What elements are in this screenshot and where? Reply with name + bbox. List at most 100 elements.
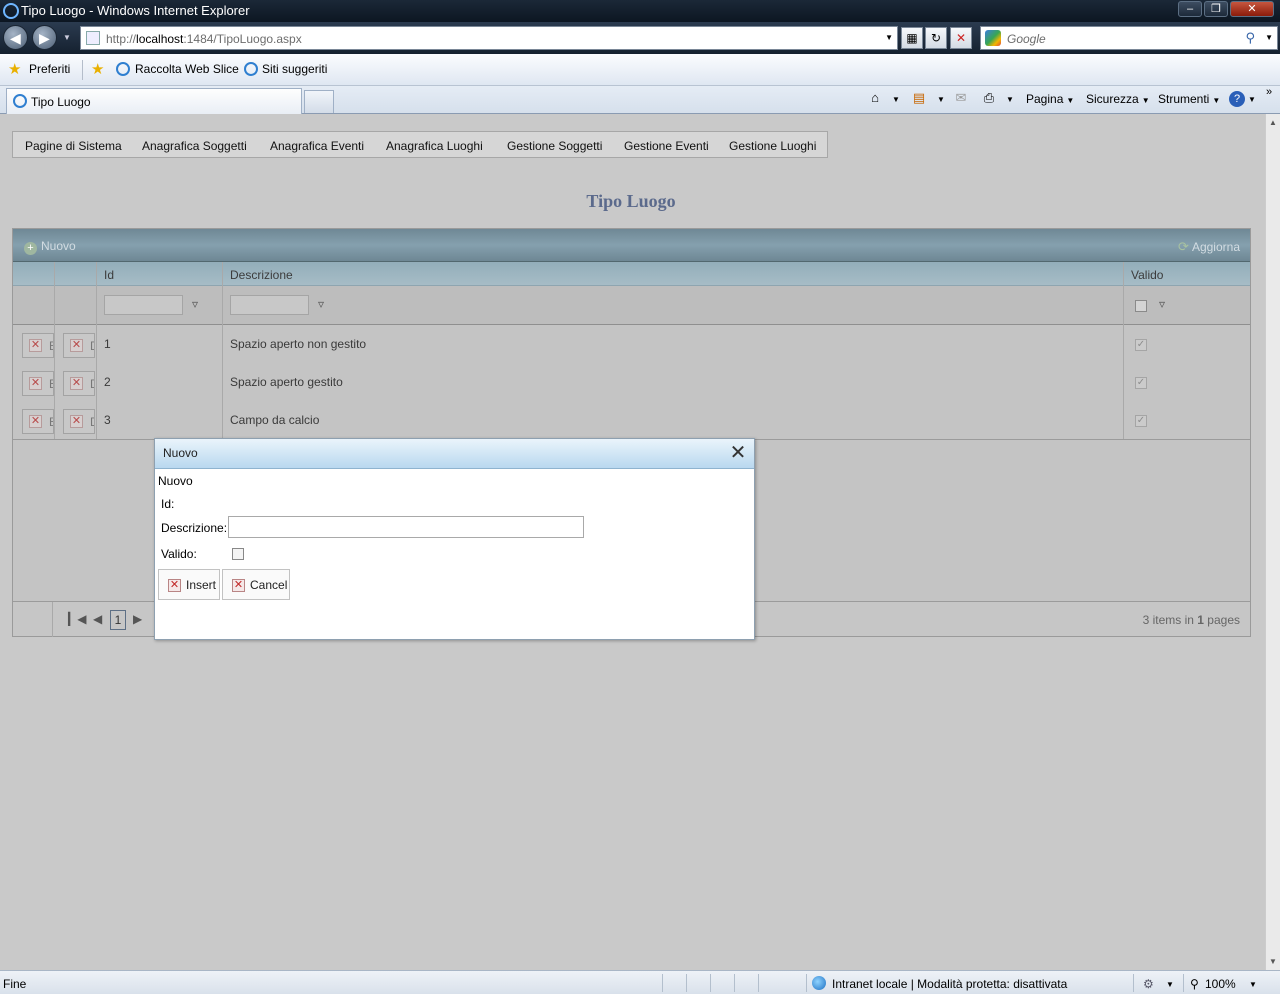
cell-valido-checkbox: ✓ <box>1135 415 1147 427</box>
filter-valido-checkbox[interactable] <box>1135 300 1147 312</box>
zoom-dropdown-icon[interactable]: ▼ <box>1249 980 1257 989</box>
delete-row-button[interactable]: ✕D <box>63 333 95 358</box>
favorites-button[interactable]: Preferiti <box>29 62 70 76</box>
print-dropdown-icon[interactable]: ▼ <box>1006 95 1014 104</box>
restore-button[interactable]: ❐ <box>1204 1 1228 17</box>
scroll-down-icon[interactable]: ▼ <box>1269 957 1277 966</box>
pager-divider <box>52 602 53 637</box>
search-box[interactable]: Google ⚲ ▼ <box>980 26 1278 50</box>
pager-info: 3 items in 1 pages <box>1142 613 1240 627</box>
favorites-bar: ★ Preferiti ★ Raccolta Web Slice Siti su… <box>0 54 1280 86</box>
ie-logo-icon <box>3 3 19 19</box>
minimize-button[interactable]: – <box>1178 1 1202 17</box>
page-title: Tipo Luogo <box>586 191 676 211</box>
delete-row-button[interactable]: ✕D <box>63 409 95 434</box>
page-menu[interactable]: Pagina ▼ <box>1026 92 1074 106</box>
column-header-valido[interactable]: Valido <box>1131 268 1163 282</box>
add-favorite-icon[interactable]: ★ <box>91 60 104 78</box>
main-menu: Pagine di Sistema Anagrafica Soggetti An… <box>12 131 828 158</box>
search-icon[interactable]: ⚲ <box>1245 30 1255 46</box>
dialog-title: Nuovo <box>163 446 198 460</box>
home-dropdown-icon[interactable]: ▼ <box>892 95 900 104</box>
refresh-button[interactable]: ↻ <box>925 27 947 49</box>
favorite-link-suggested-sites[interactable]: Siti suggeriti <box>262 62 327 76</box>
favorite-link-web-slice[interactable]: Raccolta Web Slice <box>135 62 239 76</box>
filter-descrizione-icon[interactable]: ▿ <box>318 297 324 311</box>
help-icon[interactable]: ? <box>1229 91 1245 107</box>
new-tab-button[interactable] <box>304 90 334 113</box>
vertical-scrollbar[interactable]: ▲ ▼ <box>1265 114 1280 970</box>
column-header-id[interactable]: Id <box>104 268 114 282</box>
filter-valido-icon[interactable]: ▿ <box>1159 297 1165 311</box>
security-zone[interactable]: Intranet locale | Modalità protetta: dis… <box>832 977 1067 991</box>
suggested-sites-icon <box>244 62 258 76</box>
mail-icon[interactable]: ✉ <box>952 90 970 107</box>
feeds-dropdown-icon[interactable]: ▼ <box>937 95 945 104</box>
valido-checkbox[interactable] <box>232 548 244 560</box>
status-divider <box>758 974 759 992</box>
broken-image-icon: ✕ <box>29 339 42 352</box>
address-url[interactable]: http://localhost:1484/TipoLuogo.aspx <box>106 32 302 46</box>
status-divider <box>710 974 711 992</box>
address-toolbar: ◀ ▶ ▼ http://localhost:1484/TipoLuogo.as… <box>0 22 1280 54</box>
column-header-descrizione[interactable]: Descrizione <box>230 268 293 282</box>
menu-item-gestione-soggetti[interactable]: Gestione Soggetti <box>507 139 602 153</box>
current-page-number[interactable]: 1 <box>110 610 126 630</box>
table-row: ✕E ✕D 2 Spazio aperto gestito ✓ <box>13 364 1250 402</box>
scroll-up-icon[interactable]: ▲ <box>1269 118 1277 127</box>
status-text: Fine <box>3 977 27 991</box>
print-icon[interactable]: ⎙ <box>980 90 998 107</box>
add-new-record-button[interactable]: + Nuovo <box>24 239 76 255</box>
google-icon <box>985 30 1001 46</box>
menu-item-anagrafica-luoghi[interactable]: Anagrafica Luoghi <box>386 139 483 153</box>
search-dropdown-icon[interactable]: ▼ <box>1265 33 1273 42</box>
tools-menu[interactable]: Strumenti ▼ <box>1158 92 1220 106</box>
delete-row-button[interactable]: ✕D <box>63 371 95 396</box>
first-page-icon[interactable]: ▎◀ <box>68 612 86 626</box>
refresh-grid-button[interactable]: ⟳ Aggiorna <box>1178 239 1240 255</box>
recent-pages-dropdown-icon[interactable]: ▼ <box>63 33 71 42</box>
back-button[interactable]: ◀ <box>3 25 28 50</box>
insert-button[interactable]: ✕ Insert <box>158 569 220 600</box>
menu-item-anagrafica-soggetti[interactable]: Anagrafica Soggetti <box>142 139 247 153</box>
menu-item-gestione-eventi[interactable]: Gestione Eventi <box>624 139 709 153</box>
menu-item-gestione-luoghi[interactable]: Gestione Luoghi <box>729 139 816 153</box>
descrizione-input[interactable] <box>228 516 584 538</box>
address-bar[interactable]: http://localhost:1484/TipoLuogo.aspx ▼ <box>80 26 898 50</box>
protected-mode-icon[interactable]: ⚙ <box>1143 977 1154 991</box>
edit-row-button[interactable]: ✕E <box>22 409 54 434</box>
zoom-level[interactable]: 100% <box>1205 977 1236 991</box>
zoom-icon[interactable]: ⚲ <box>1190 977 1199 991</box>
filter-id-icon[interactable]: ▿ <box>192 297 198 311</box>
filter-id-input[interactable] <box>104 295 183 315</box>
edit-row-button[interactable]: ✕E <box>22 371 54 396</box>
more-commands-icon[interactable]: » <box>1266 86 1272 98</box>
menu-item-anagrafica-eventi[interactable]: Anagrafica Eventi <box>270 139 364 153</box>
chevron-down-icon: ▼ <box>1066 96 1075 105</box>
stop-button[interactable]: ✕ <box>950 27 972 49</box>
window-title: Tipo Luogo - Windows Internet Explorer <box>21 3 250 18</box>
protected-mode-dropdown-icon[interactable]: ▼ <box>1166 980 1174 989</box>
close-window-button[interactable]: ✕ <box>1230 1 1274 17</box>
status-divider <box>1183 974 1184 992</box>
tab-tipo-luogo[interactable]: Tipo Luogo <box>6 88 302 114</box>
cell-id: 1 <box>104 337 111 351</box>
forward-button[interactable]: ▶ <box>32 25 57 50</box>
next-page-icon[interactable]: ▶ <box>133 612 142 626</box>
cancel-button[interactable]: ✕ Cancel <box>222 569 290 600</box>
filter-descrizione-input[interactable] <box>230 295 309 315</box>
chevron-down-icon: ▼ <box>1212 96 1221 105</box>
cell-descrizione: Spazio aperto non gestito <box>230 337 367 351</box>
previous-page-icon[interactable]: ◀ <box>93 612 102 626</box>
compatibility-view-button[interactable]: ▦ <box>901 27 923 49</box>
edit-row-button[interactable]: ✕E <box>22 333 54 358</box>
help-dropdown-icon[interactable]: ▼ <box>1248 95 1256 104</box>
safety-menu[interactable]: Sicurezza ▼ <box>1086 92 1150 106</box>
menu-item-pagine-di-sistema[interactable]: Pagine di Sistema <box>25 139 122 153</box>
status-divider <box>686 974 687 992</box>
home-icon[interactable]: ⌂ <box>866 90 884 107</box>
feeds-icon[interactable]: ▤ <box>910 90 928 107</box>
dialog-close-icon[interactable]: ✕ <box>728 442 748 464</box>
address-dropdown-icon[interactable]: ▼ <box>885 33 893 42</box>
dialog-title-bar[interactable]: Nuovo ✕ <box>155 439 754 469</box>
